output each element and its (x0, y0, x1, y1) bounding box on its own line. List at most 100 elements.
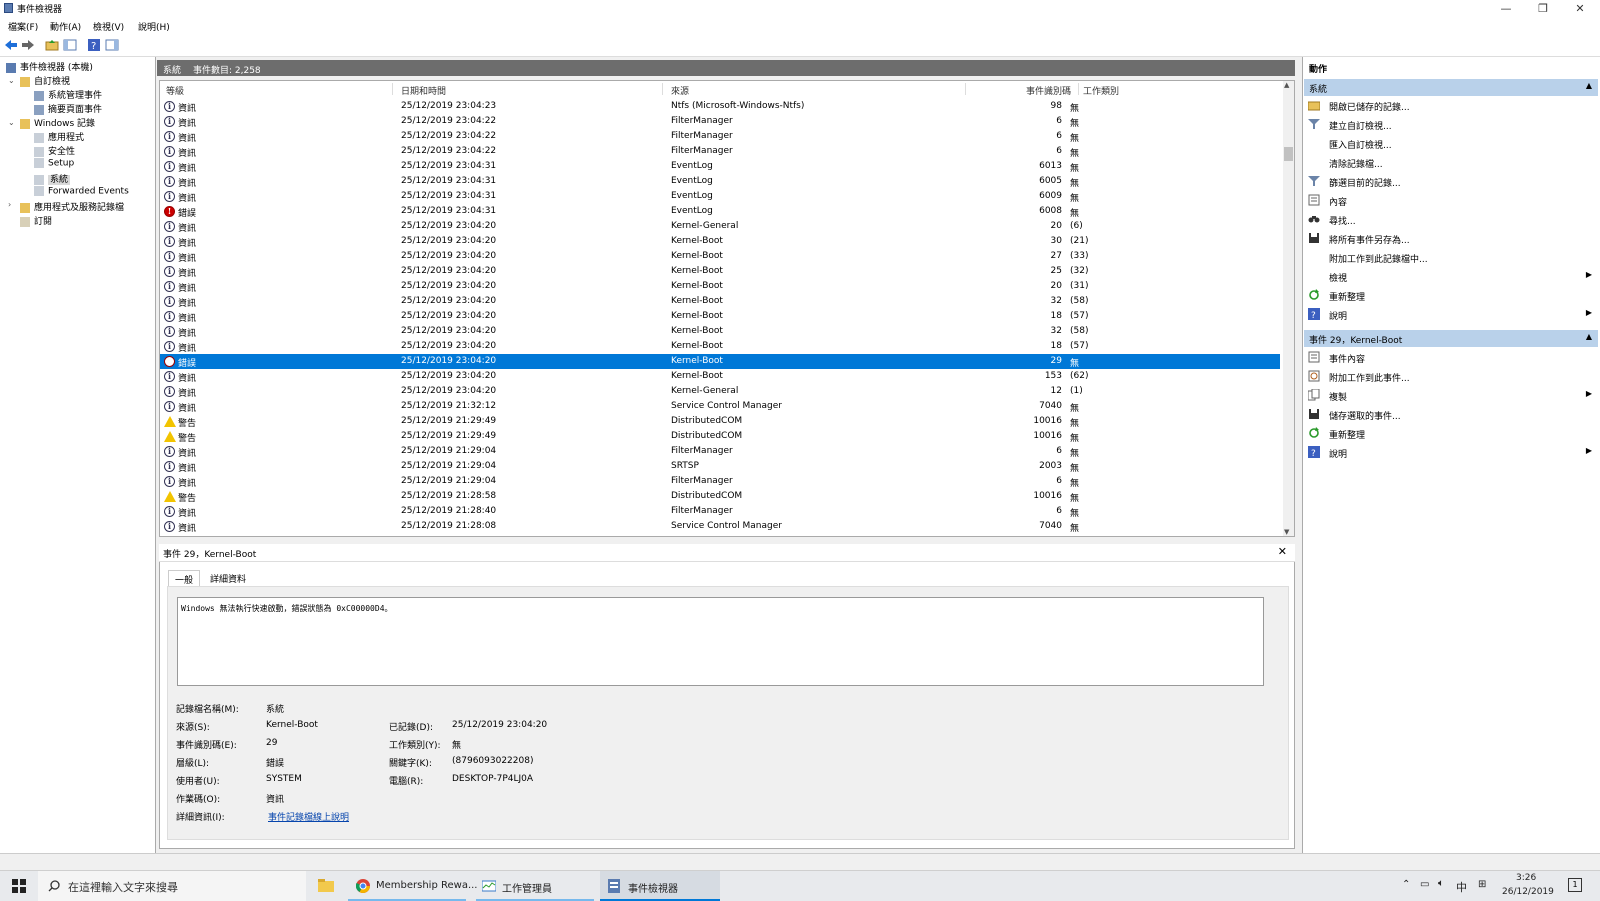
network-icon[interactable]: ▭ (1420, 879, 1429, 890)
action-item[interactable]: 重新整理 (1308, 287, 1596, 304)
tree-item-app-service-logs[interactable]: 應用程式及服務記錄檔 (20, 200, 124, 213)
event-row[interactable]: i 資訊 25/12/2019 23:04:31 EventLog 6009 無 (160, 189, 1280, 204)
event-row[interactable]: i 資訊 25/12/2019 23:04:20 Kernel-Boot 25 (32) (160, 264, 1280, 279)
event-row[interactable]: 警告 25/12/2019 21:28:58 DistributedCOM 10016… (160, 489, 1280, 504)
column-divider[interactable] (965, 83, 966, 95)
event-list-scrollbar[interactable]: ▲ ▼ (1283, 81, 1294, 536)
actions-section-event[interactable]: 事件 29，Kernel-Boot ▲ (1304, 330, 1598, 347)
expand-icon[interactable]: › (8, 200, 11, 209)
column-divider[interactable] (662, 83, 663, 95)
actions-section-system[interactable]: 系統 ▲ (1304, 79, 1598, 96)
tree-item-custom-views[interactable]: 自訂檢視 (20, 74, 70, 87)
action-item[interactable]: 清除記錄檔... (1308, 154, 1596, 171)
volume-icon[interactable]: 🔈︎ (1438, 878, 1444, 889)
tree-item-windows-logs[interactable]: Windows 記錄 (20, 116, 95, 129)
menu-action[interactable]: 動作(A) (50, 20, 81, 33)
event-row[interactable]: i 資訊 25/12/2019 21:32:12 Service Control Ma… (160, 399, 1280, 414)
tree-item-forwarded-events[interactable]: Forwarded Events (34, 186, 129, 197)
tree-item-setup[interactable]: Setup (34, 158, 74, 169)
tree-item-root[interactable]: 事件檢視器 (本機) (6, 60, 93, 73)
column-header-level[interactable]: 等級 (166, 84, 184, 97)
event-row[interactable]: ! 錯誤 25/12/2019 23:04:20 Kernel-Boot 29 無 (160, 354, 1280, 369)
tab-details[interactable]: 詳細資料 (204, 570, 252, 587)
event-row[interactable]: i 資訊 25/12/2019 23:04:20 Kernel-Boot 18 (57) (160, 339, 1280, 354)
collapse-caret-icon[interactable]: ▲ (1586, 332, 1592, 341)
action-item[interactable]: 將所有事件另存為... (1308, 230, 1596, 247)
ime-indicator[interactable]: 中 (1456, 879, 1467, 895)
event-row[interactable]: i 資訊 25/12/2019 23:04:20 Kernel-Boot 30 (21) (160, 234, 1280, 249)
event-row[interactable]: i 資訊 25/12/2019 23:04:31 EventLog 6013 無 (160, 159, 1280, 174)
event-row[interactable]: i 資訊 25/12/2019 23:04:20 Kernel-General 12 (1… (160, 384, 1280, 399)
event-row[interactable]: 警告 25/12/2019 21:29:49 DistributedCOM 10016… (160, 414, 1280, 429)
online-help-link[interactable]: 事件記錄檔線上說明 (268, 810, 349, 823)
notification-icon[interactable]: 1 (1568, 878, 1582, 892)
action-item[interactable]: 複製 ▶ (1308, 387, 1596, 404)
tree-item-application[interactable]: 應用程式 (34, 130, 84, 143)
minimize-button[interactable]: — (1488, 0, 1524, 17)
tree-item-security[interactable]: 安全性 (34, 144, 75, 157)
event-row[interactable]: i 資訊 25/12/2019 23:04:20 Kernel-Boot 18 (57) (160, 309, 1280, 324)
action-item[interactable]: 建立自訂檢視... (1308, 116, 1596, 133)
collapse-caret-icon[interactable]: ▲ (1586, 81, 1592, 90)
column-divider[interactable] (392, 83, 393, 95)
tree-item-summary-page[interactable]: 摘要頁面事件 (34, 102, 102, 115)
action-item[interactable]: 尋找... (1308, 211, 1596, 228)
help-icon[interactable]: ? (87, 38, 101, 52)
close-window-button[interactable]: ✕ (1562, 0, 1598, 17)
windows-start-icon[interactable] (12, 879, 26, 893)
action-item[interactable]: 檢視 ▶ (1308, 268, 1596, 285)
action-item[interactable]: 儲存選取的事件... (1308, 406, 1596, 423)
input-mode-icon[interactable]: ⊞ (1478, 879, 1486, 890)
restore-button[interactable]: ❐ (1525, 0, 1561, 17)
tree-item-system[interactable]: 系統 (34, 172, 71, 185)
event-row[interactable]: i 資訊 25/12/2019 21:28:40 FilterManager 6 無 (160, 504, 1280, 519)
scroll-up-icon[interactable]: ▲ (1284, 81, 1289, 89)
event-row[interactable]: i 資訊 25/12/2019 23:04:20 Kernel-Boot 153 (62) (160, 369, 1280, 384)
action-item[interactable]: ? 說明 ▶ (1308, 444, 1596, 461)
event-row[interactable]: i 資訊 25/12/2019 23:04:20 Kernel-General 20 (6… (160, 219, 1280, 234)
forward-arrow-icon[interactable] (21, 38, 35, 52)
column-divider[interactable] (1078, 83, 1079, 95)
taskbar-search-box[interactable]: 在這裡輸入文字來搜尋 (38, 871, 306, 901)
action-item[interactable]: 事件內容 (1308, 349, 1596, 366)
event-row[interactable]: 警告 25/12/2019 21:29:49 DistributedCOM 10016… (160, 429, 1280, 444)
event-row[interactable]: i 資訊 25/12/2019 23:04:20 Kernel-Boot 32 (58) (160, 294, 1280, 309)
taskbar-app-chrome[interactable]: Membership Rewa... (348, 871, 477, 901)
collapse-icon[interactable]: ⌄ (8, 76, 15, 85)
event-row[interactable]: ! 錯誤 25/12/2019 23:04:31 EventLog 6008 無 (160, 204, 1280, 219)
event-row[interactable]: i 資訊 25/12/2019 23:04:20 Kernel-Boot 20 (31) (160, 279, 1280, 294)
menu-help[interactable]: 說明(H) (138, 20, 170, 33)
menu-file[interactable]: 檔案(F) (8, 20, 38, 33)
event-row[interactable]: i 資訊 25/12/2019 21:29:04 SRTSP 2003 無 (160, 459, 1280, 474)
column-header-event-id[interactable]: 事件識別碼 (1026, 84, 1071, 97)
scroll-down-icon[interactable]: ▼ (1284, 528, 1289, 536)
file-explorer-icon[interactable] (318, 878, 334, 892)
action-item[interactable]: 篩選目前的記錄... (1308, 173, 1596, 190)
scrollbar-thumb[interactable] (1284, 147, 1293, 161)
event-row[interactable]: i 資訊 25/12/2019 23:04:22 FilterManager 6 無 (160, 129, 1280, 144)
action-item[interactable]: 附加工作到此記錄檔中... (1308, 249, 1596, 266)
tree-item-subscriptions[interactable]: 訂閱 (20, 214, 52, 227)
action-item[interactable]: ? 說明 ▶ (1308, 306, 1596, 323)
event-row[interactable]: i 資訊 25/12/2019 23:04:20 Kernel-Boot 32 (58) (160, 324, 1280, 339)
show-hide-console-tree-icon[interactable] (63, 38, 77, 52)
show-hide-action-pane-icon[interactable] (105, 38, 119, 52)
action-item[interactable]: 附加工作到此事件... (1308, 368, 1596, 385)
event-message[interactable]: Windows 無法執行快速啟動，錯誤狀態為 0xC00000D4。 (177, 597, 1264, 686)
taskbar-app-event-viewer[interactable]: 事件檢視器 (600, 871, 720, 901)
action-item[interactable]: 開啟已儲存的記錄... (1308, 97, 1596, 114)
collapse-icon[interactable]: ⌄ (8, 118, 15, 127)
event-row[interactable]: i 資訊 25/12/2019 23:04:23 Ntfs (Microsoft-Wi… (160, 99, 1280, 114)
show-hidden-icons-icon[interactable]: ⌃ (1402, 879, 1410, 890)
close-detail-button[interactable]: ✕ (1278, 545, 1287, 558)
action-item[interactable]: 內容 (1308, 192, 1596, 209)
menu-view[interactable]: 檢視(V) (93, 20, 124, 33)
action-item[interactable]: 重新整理 (1308, 425, 1596, 442)
taskbar-app-task-manager[interactable]: 工作管理員 (476, 871, 594, 901)
clock-time[interactable]: 3:26 (1516, 873, 1536, 883)
column-header-task[interactable]: 工作類別 (1083, 84, 1119, 97)
event-row[interactable]: i 資訊 25/12/2019 21:29:04 FilterManager 6 無 (160, 444, 1280, 459)
tree-item-admin-events[interactable]: 系統管理事件 (34, 88, 102, 101)
action-item[interactable]: 匯入自訂檢視... (1308, 135, 1596, 152)
event-row[interactable]: i 資訊 25/12/2019 21:29:04 FilterManager 6 無 (160, 474, 1280, 489)
